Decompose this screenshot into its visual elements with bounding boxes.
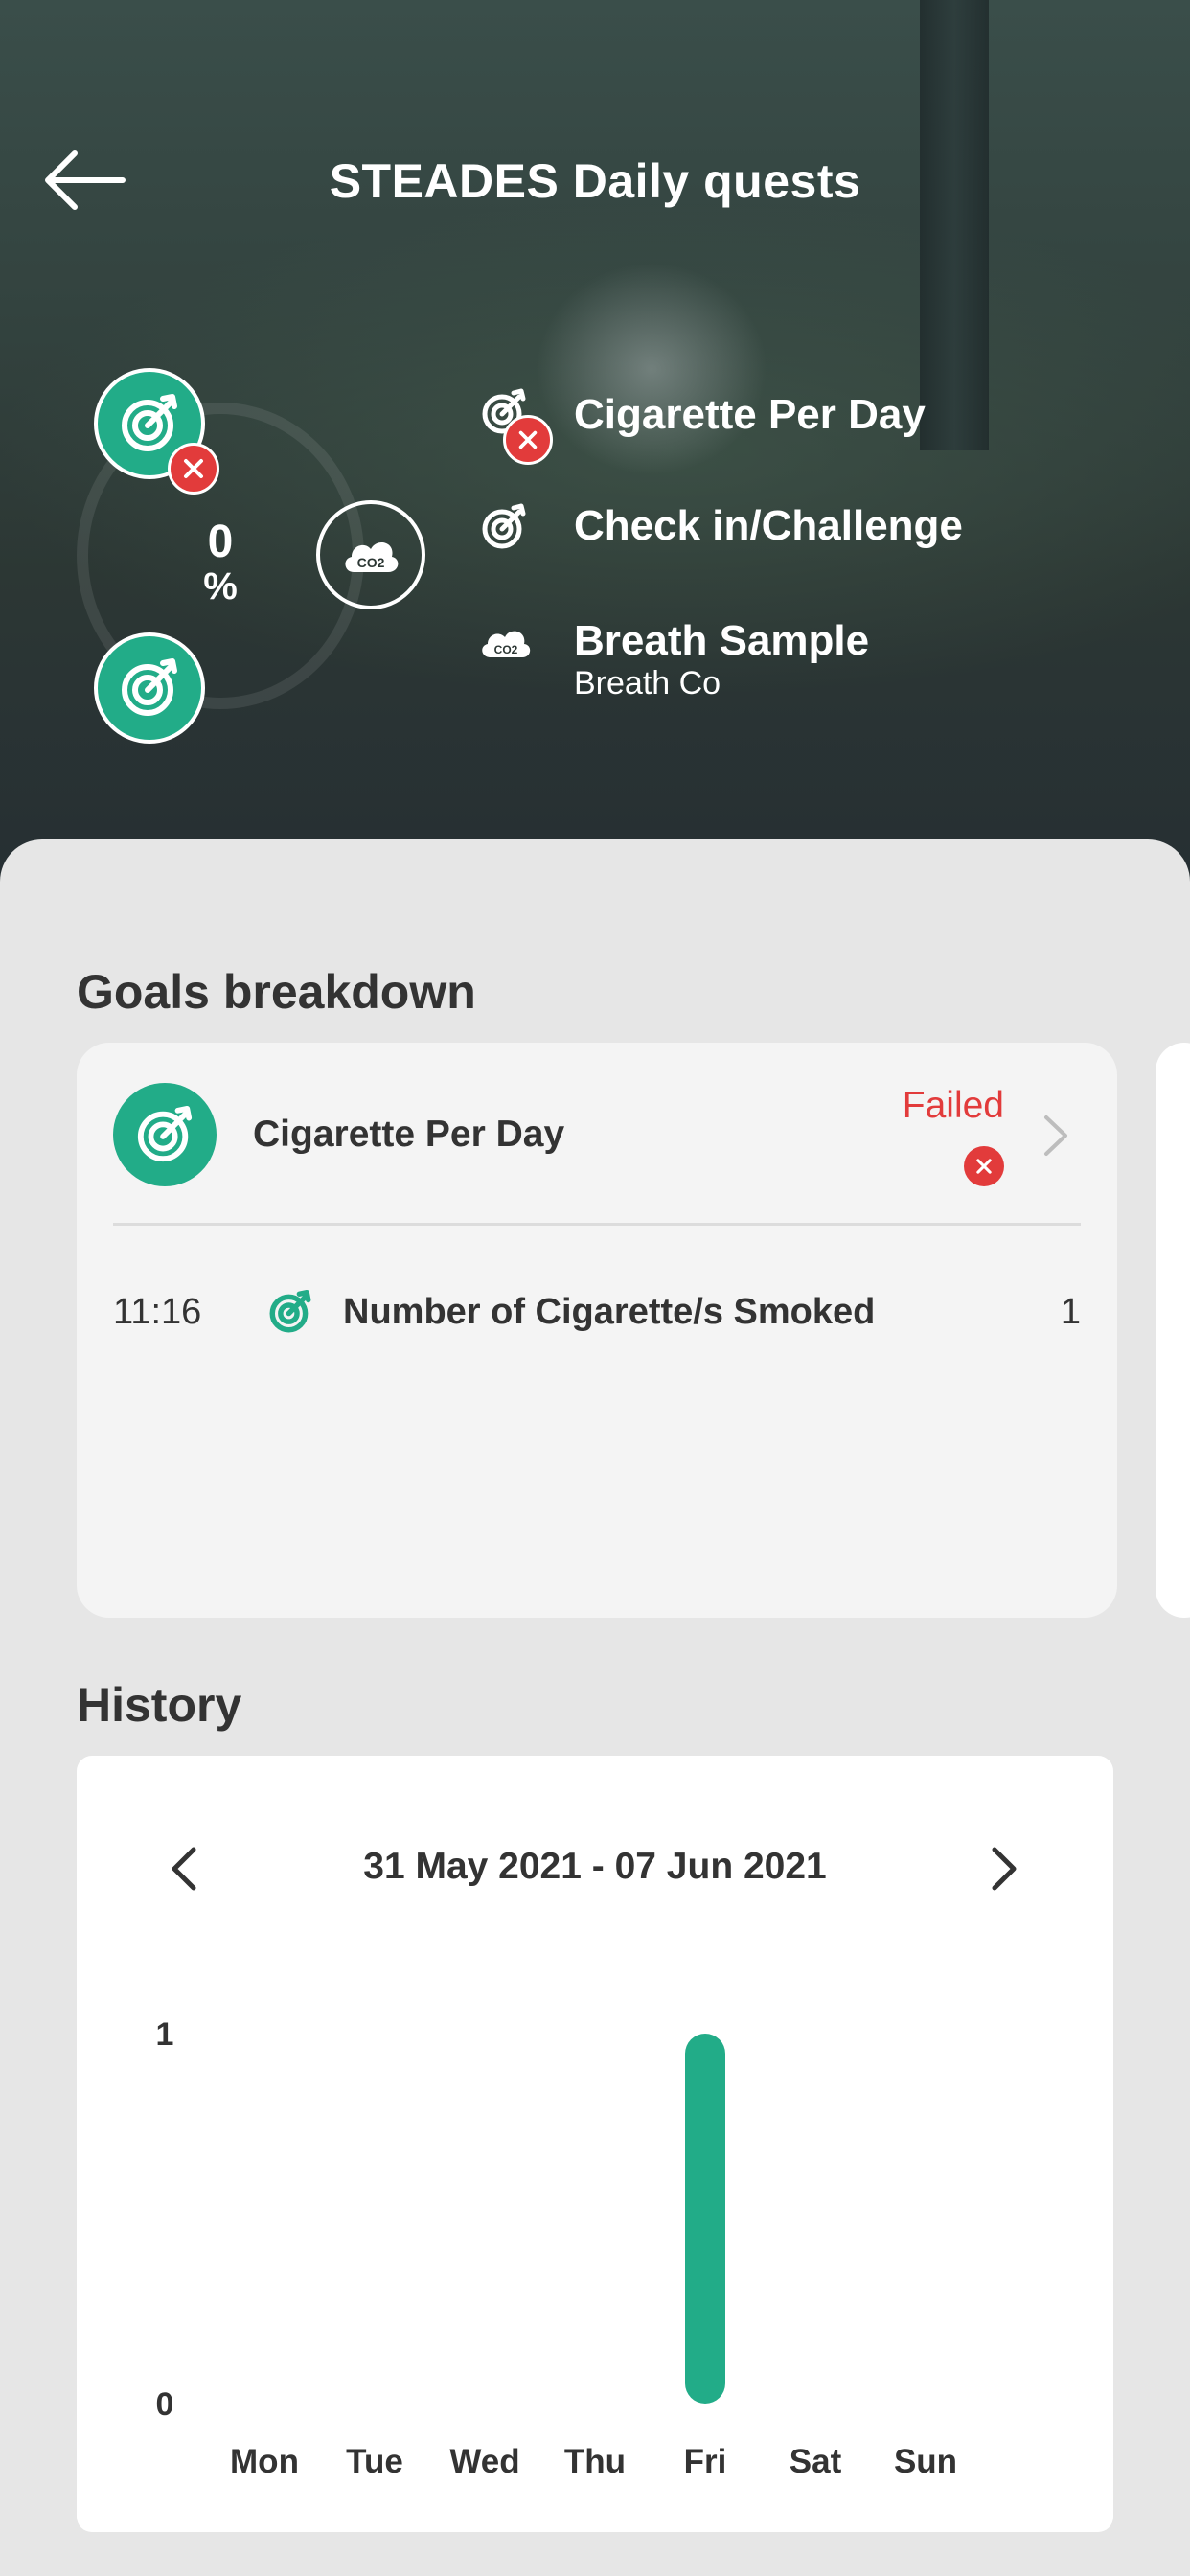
goal-avatar (113, 1083, 217, 1186)
chevron-right-icon (1044, 1116, 1067, 1156)
x-tick-label-sun: Sun (894, 2443, 957, 2480)
co2-cloud-icon: CO2 (482, 631, 531, 657)
date-range: 31 May 2021 - 07 Jun 2021 (363, 1846, 827, 1887)
legend-label: Cigarette Per Day (574, 391, 926, 438)
failed-badge (168, 443, 219, 494)
x-tick-label-thu: Thu (564, 2443, 626, 2480)
legend-label: Breath Sample (574, 617, 870, 664)
history-title: History (77, 1678, 242, 1732)
x-tick-label-mon: Mon (230, 2443, 299, 2480)
y-tick-label: 0 (156, 2386, 174, 2423)
goal-name: Cigarette Per Day (253, 1114, 565, 1155)
background-flag-pole (920, 0, 989, 450)
divider (113, 1223, 1081, 1226)
breath-sample-marker: CO2 (316, 500, 425, 610)
target-icon (122, 658, 177, 716)
failed-badge (503, 415, 553, 465)
goal-card[interactable]: Cigarette Per Day Failed 11:16 Number of… (77, 1043, 1117, 1618)
page-title: STEADES Daily quests (329, 154, 861, 208)
svg-text:CO2: CO2 (494, 643, 518, 656)
x-tick-label-sat: Sat (790, 2443, 842, 2480)
target-icon (482, 503, 526, 549)
checkin-goal-marker (94, 632, 205, 744)
co2-cloud-icon: CO2 (345, 542, 399, 572)
close-icon (518, 430, 538, 449)
close-icon (184, 459, 203, 478)
history-card: 0 1 Mon Tue Wed Thu Fri Sat Sun 31 May 2021 - 07… (77, 1756, 1113, 2532)
target-icon (122, 394, 177, 451)
bar-fri (685, 2034, 725, 2404)
x-tick-label-fri: Fri (684, 2443, 727, 2480)
next-goal-card[interactable] (1156, 1043, 1190, 1618)
close-icon (976, 1159, 992, 1174)
legend-sublabel: Breath Co (574, 665, 721, 702)
entry-label: Number of Cigarette/s Smoked (343, 1292, 876, 1332)
goal-status: Failed (902, 1085, 1004, 1126)
entry-time: 11:16 (113, 1292, 202, 1332)
target-icon (137, 1105, 193, 1162)
chevron-right-icon (992, 1847, 1017, 1891)
target-icon (269, 1289, 311, 1333)
goal-entry-row: 11:16 Number of Cigarette/s Smoked 1 (113, 1282, 1081, 1340)
goals-breakdown-title: Goals breakdown (77, 965, 476, 1019)
next-week-button[interactable] (983, 1840, 1025, 1898)
progress-unit: % (203, 565, 238, 608)
x-tick-label-tue: Tue (346, 2443, 403, 2480)
goal-details-button[interactable] (1035, 1110, 1077, 1162)
legend-label: Check in/Challenge (574, 502, 963, 549)
svg-text:CO2: CO2 (357, 555, 385, 570)
progress-value: 0 (207, 517, 234, 567)
x-tick-label-wed: Wed (449, 2443, 519, 2480)
y-tick-label: 1 (156, 2016, 174, 2053)
entry-count: 1 (1060, 1292, 1081, 1332)
failed-badge (964, 1146, 1004, 1186)
header-banner: STEADES Daily quests 0 % CO2 Cigarette P… (0, 0, 1190, 882)
